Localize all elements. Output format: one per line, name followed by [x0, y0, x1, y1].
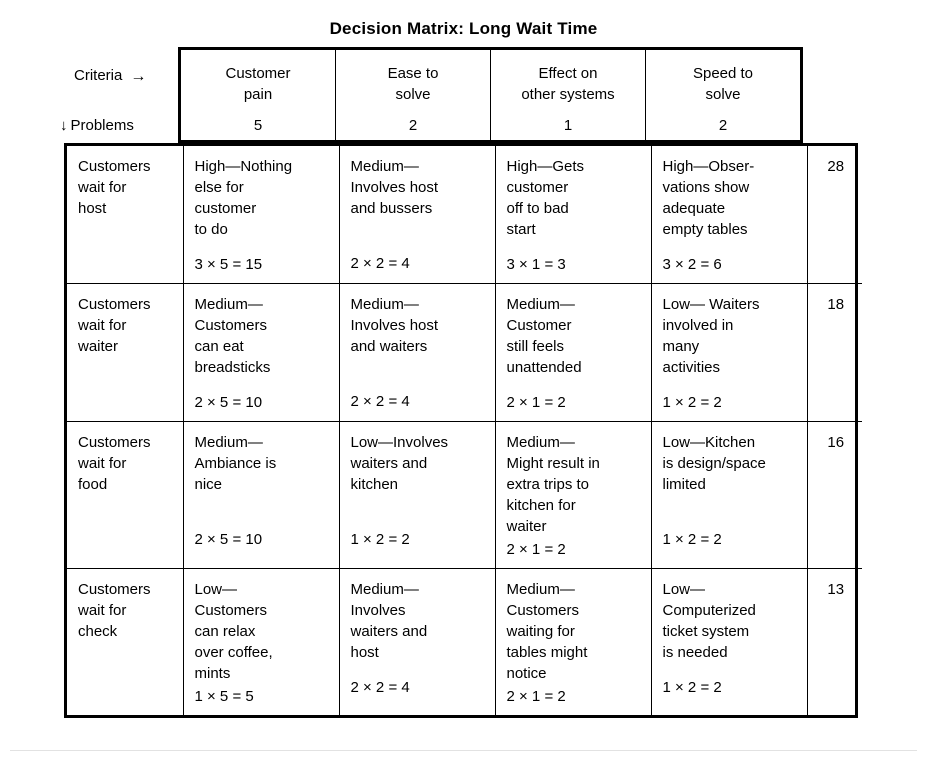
cell-rationale: Medium— Ambiance is nice [194, 434, 277, 493]
matrix-cell: Medium— Involves waiters and host 2 × 2 … [339, 568, 496, 715]
criteria-weight: 2 [408, 117, 418, 134]
matrix-cell: High—Nothing else for customer to do 3 ×… [183, 146, 340, 284]
cell-rationale: Medium— Might result in extra trips to k… [506, 434, 600, 535]
row-total-cell: 18 [807, 283, 862, 422]
row-total-value: 28 [827, 158, 845, 175]
cell-rationale: Low— Customers can relax over coffee, mi… [194, 581, 273, 682]
cell-score: 1 × 5 = 5 [194, 688, 254, 705]
decision-matrix-table: Customers wait for host High—Nothing els… [67, 146, 862, 715]
problem-label-cell: Customers wait for host [67, 146, 184, 284]
problem-label: Customers wait for check [78, 581, 151, 640]
matrix-cell: High—Obser- vations show adequate empty … [651, 146, 808, 284]
page-title: Decision Matrix: Long Wait Time [329, 19, 598, 38]
cell-score: 2 × 2 = 4 [350, 255, 410, 272]
problems-axis-text: Problems [70, 117, 134, 134]
criteria-header-row: Customer pain 5 Ease to solve 2 Effect o… [178, 47, 803, 143]
arrow-right-icon: → [130, 68, 147, 85]
cell-score: 2 × 1 = 2 [506, 688, 566, 705]
cell-rationale: Medium— Involves waiters and host [350, 581, 428, 661]
decision-matrix-body: Customers wait for host High—Nothing els… [64, 143, 862, 718]
table-row: Customers wait for waiter Medium— Custom… [67, 283, 862, 422]
cell-rationale: High—Gets customer off to bad start [506, 158, 585, 238]
problem-label: Customers wait for host [78, 158, 151, 217]
problem-label-cell: Customers wait for food [67, 421, 184, 569]
problems-axis-label: ↓ Problems [60, 116, 134, 136]
table-row: Customers wait for check Low— Customers … [67, 568, 862, 716]
cell-rationale: Medium— Involves host and waiters [350, 296, 439, 355]
matrix-cell: High—Gets customer off to bad start 3 × … [495, 146, 652, 284]
criteria-name: Ease to solve [387, 65, 439, 103]
matrix-cell: Medium— Involves host and waiters 2 × 2 … [339, 283, 496, 422]
matrix-cell: Medium— Ambiance is nice 2 × 5 = 10 [183, 421, 340, 569]
cell-score: 3 × 1 = 3 [506, 256, 566, 273]
criteria-weight: 2 [718, 117, 728, 134]
cell-score: 1 × 2 = 2 [662, 394, 722, 411]
criteria-weight: 5 [253, 117, 263, 134]
cell-score: 3 × 5 = 15 [194, 256, 263, 273]
cell-score: 3 × 2 = 6 [662, 256, 722, 273]
problem-label-cell: Customers wait for waiter [67, 283, 184, 422]
matrix-cell: Medium— Customer still feels unattended … [495, 283, 652, 422]
cell-rationale: Medium— Customers can eat breadsticks [194, 296, 271, 376]
cell-score: 2 × 1 = 2 [506, 541, 566, 558]
cell-score: 1 × 2 = 2 [662, 679, 722, 696]
criteria-name: Speed to solve [692, 65, 754, 103]
matrix-cell: Medium— Involves host and bussers 2 × 2 … [339, 146, 496, 284]
row-total-cell: 28 [807, 146, 862, 284]
matrix-cell: Low— Customers can relax over coffee, mi… [183, 568, 340, 715]
cell-score: 1 × 2 = 2 [662, 531, 722, 548]
problem-label: Customers wait for food [78, 434, 151, 493]
matrix-cell: Low— Computerized ticket system is neede… [651, 568, 808, 715]
criteria-column-1: Ease to solve 2 [336, 50, 491, 140]
cell-rationale: High—Obser- vations show adequate empty … [662, 158, 755, 238]
problem-label: Customers wait for waiter [78, 296, 151, 355]
row-total-value: 13 [827, 581, 845, 598]
cell-rationale: High—Nothing else for customer to do [194, 158, 293, 238]
table-row: Customers wait for host High—Nothing els… [67, 146, 862, 284]
matrix-cell: Medium— Customers can eat breadsticks 2 … [183, 283, 340, 422]
row-total-cell: 13 [807, 569, 862, 716]
criteria-name: Customer pain [225, 65, 291, 103]
cell-score: 2 × 2 = 4 [350, 393, 410, 410]
cell-score: 2 × 5 = 10 [194, 394, 263, 411]
cell-rationale: Medium— Customers waiting for tables mig… [506, 581, 588, 682]
cell-rationale: Low— Computerized ticket system is neede… [662, 581, 756, 661]
matrix-cell: Low— Waiters involved in many activities… [651, 283, 808, 422]
criteria-axis-label: Criteria → [74, 66, 146, 87]
row-total-cell: 16 [807, 421, 862, 569]
matrix-cell: Low—Kitchen is design/space limited 1 × … [651, 421, 808, 569]
cell-score: 1 × 2 = 2 [350, 531, 410, 548]
cell-rationale: Low— Waiters involved in many activities [662, 296, 760, 376]
cell-rationale: Medium— Customer still feels unattended [506, 296, 582, 376]
cell-score: 2 × 5 = 10 [194, 531, 263, 548]
matrix-cell: Low—Involves waiters and kitchen 1 × 2 =… [339, 421, 496, 569]
criteria-axis-text: Criteria [74, 67, 123, 84]
criteria-column-0: Customer pain 5 [181, 50, 336, 140]
row-total-value: 18 [827, 296, 845, 313]
bottom-divider [10, 750, 917, 751]
criteria-column-3: Speed to solve 2 [646, 50, 800, 140]
cell-score: 2 × 1 = 2 [506, 394, 566, 411]
matrix-cell: Medium— Might result in extra trips to k… [495, 421, 652, 569]
cell-rationale: Low—Kitchen is design/space limited [662, 434, 766, 493]
criteria-weight: 1 [563, 117, 573, 134]
arrow-down-icon: ↓ [60, 117, 68, 134]
matrix-cell: Medium— Customers waiting for tables mig… [495, 568, 652, 715]
criteria-column-2: Effect on other systems 1 [491, 50, 646, 140]
row-total-value: 16 [827, 434, 845, 451]
cell-rationale: Low—Involves waiters and kitchen [350, 434, 449, 493]
problem-label-cell: Customers wait for check [67, 568, 184, 715]
cell-rationale: Medium— Involves host and bussers [350, 158, 439, 217]
table-row: Customers wait for food Medium— Ambiance… [67, 421, 862, 569]
cell-score: 2 × 2 = 4 [350, 679, 410, 696]
criteria-name: Effect on other systems [521, 65, 615, 103]
